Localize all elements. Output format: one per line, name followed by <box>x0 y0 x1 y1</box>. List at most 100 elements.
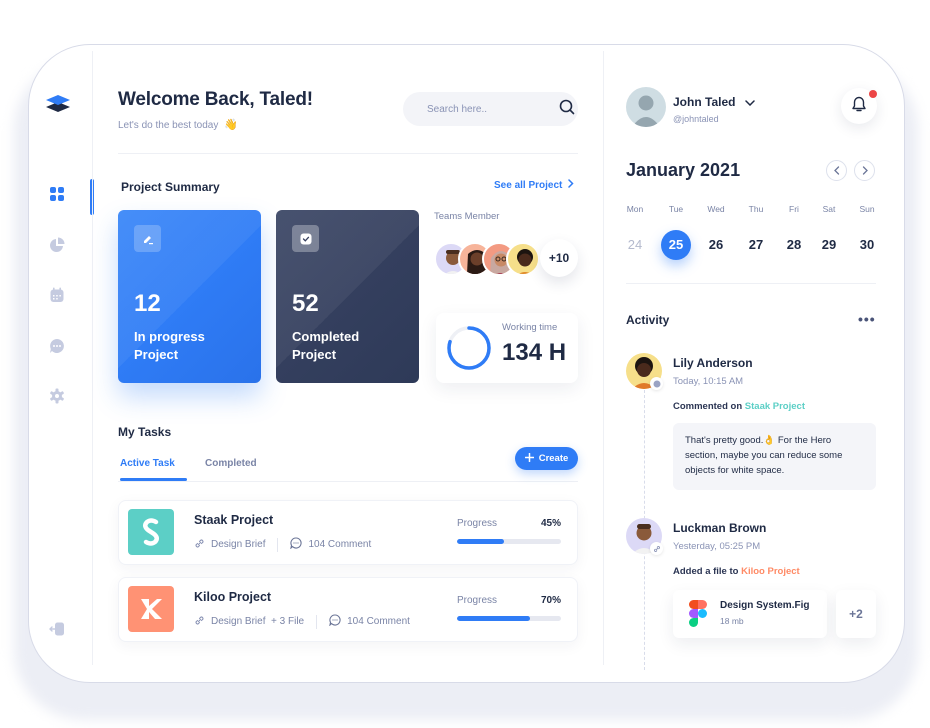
task-attachment[interactable]: Design Brief <box>194 538 265 552</box>
profile-name: John Taled <box>673 95 736 109</box>
notifications-button[interactable] <box>841 88 877 124</box>
progress-bar <box>457 539 561 544</box>
profile-handle: @johntaled <box>673 114 719 124</box>
activity-action: Commented on Staak Project <box>673 401 805 412</box>
card-label-line2: Project <box>292 347 337 362</box>
chat-icon <box>49 338 65 359</box>
comment-icon <box>290 537 303 552</box>
plus-icon <box>524 452 534 465</box>
calendar-prev-button[interactable] <box>826 160 847 181</box>
progress-value: 70% <box>540 595 561 606</box>
see-all-projects-link[interactable]: See all Project <box>494 179 574 191</box>
active-tab-indicator <box>120 478 187 481</box>
day-number: 30 <box>859 237 875 252</box>
task-comments[interactable]: 104 Comment <box>329 614 410 629</box>
sidebar-divider <box>92 51 93 665</box>
in-progress-count: 12 <box>134 290 161 317</box>
link-icon <box>194 615 205 629</box>
team-avatar[interactable] <box>506 242 540 276</box>
tab-active-task[interactable]: Active Task <box>120 458 175 469</box>
activity-time: Yesterday, 05:25 PM <box>673 541 761 552</box>
weekday-label: Thu <box>748 204 764 214</box>
logout-button[interactable] <box>47 621 67 641</box>
more-files-button[interactable]: +2 <box>836 590 876 638</box>
sidebar-item-dashboard[interactable] <box>47 186 67 206</box>
staak-logo-icon <box>128 509 174 555</box>
chevron-left-icon <box>833 162 840 180</box>
create-label: Create <box>538 453 569 464</box>
calendar-day[interactable]: 29 <box>812 230 846 260</box>
wave-emoji-icon: 👋 <box>224 119 239 131</box>
task-row[interactable]: Kiloo Project Design Brief + 3 File 104 … <box>118 577 578 642</box>
profile-menu[interactable]: John Taled <box>673 95 756 109</box>
task-comments[interactable]: 104 Comment <box>290 537 371 552</box>
calendar-day[interactable]: 30 <box>850 230 884 260</box>
calendar-day[interactable]: 28 <box>777 230 811 260</box>
task-name: Kiloo Project <box>194 590 272 604</box>
progress-bar-fill <box>457 539 504 544</box>
task-row[interactable]: Staak Project Design Brief 104 Comment P… <box>118 500 578 565</box>
in-progress-label: In progress Project <box>134 328 244 364</box>
calendar-day[interactable]: 24 <box>618 230 652 260</box>
calendar-divider <box>626 283 876 284</box>
create-task-button[interactable]: Create <box>515 447 578 470</box>
calendar-day[interactable]: 27 <box>739 230 773 260</box>
activity-target-link[interactable]: Staak Project <box>745 401 805 412</box>
search-icon[interactable] <box>559 99 575 120</box>
activity-title: Activity <box>626 313 670 327</box>
calendar-day[interactable]: 26 <box>699 230 733 260</box>
task-attachment[interactable]: Design Brief + 3 File <box>194 615 304 629</box>
sidebar-item-messages[interactable] <box>47 338 67 358</box>
activity-time: Today, 10:15 AM <box>673 376 744 387</box>
figma-icon <box>689 600 707 627</box>
notification-badge <box>869 90 877 98</box>
dashboard-window: Welcome Back, Taled! Let's do the best t… <box>28 44 905 683</box>
chevron-right-icon <box>568 179 574 191</box>
link-icon <box>194 538 205 552</box>
working-time-ring <box>447 326 491 370</box>
calendar-weekdays: Mon Tue Wed Thu Fri Sat Sun <box>626 204 878 224</box>
file-attachment[interactable]: Design System.Fig 18 mb <box>673 590 827 638</box>
in-progress-card[interactable]: 12 In progress Project <box>118 210 261 383</box>
attachment-label: Design Brief + 3 File <box>211 616 305 627</box>
progress-label: Progress <box>457 518 498 529</box>
weekday-label: Sat <box>822 204 836 214</box>
weekday-label: Sun <box>859 204 875 214</box>
more-options-icon[interactable]: ••• <box>858 311 876 327</box>
search-box[interactable] <box>403 92 578 126</box>
main-content: Welcome Back, Taled! Let's do the best t… <box>118 45 578 682</box>
sidebar-item-settings[interactable] <box>47 388 67 408</box>
teams-member-label: Teams Member <box>434 211 500 222</box>
page-subtitle: Let's do the best today 👋 <box>118 118 238 131</box>
sidebar-item-calendar[interactable] <box>47 287 67 307</box>
search-input[interactable] <box>427 103 559 115</box>
progress-bar <box>457 616 561 621</box>
calendar-next-button[interactable] <box>854 160 875 181</box>
chevron-right-icon <box>862 162 868 180</box>
layers-icon[interactable] <box>45 93 71 115</box>
sidebar-item-analytics[interactable] <box>47 237 67 257</box>
progress-label: Progress <box>457 595 498 606</box>
task-meta: Design Brief 104 Comment <box>194 537 371 552</box>
day-number: 26 <box>708 237 724 252</box>
working-time-value: 134 H <box>502 339 567 366</box>
progress-bar-fill <box>457 616 530 621</box>
my-tasks-title: My Tasks <box>118 425 172 439</box>
team-more-count[interactable]: +10 <box>540 239 578 277</box>
activity-target-link[interactable]: Kiloo Project <box>741 566 800 577</box>
meta-separator <box>316 614 318 629</box>
project-summary-title: Project Summary <box>121 180 220 194</box>
calendar-day-selected[interactable]: 25 <box>659 230 693 260</box>
completed-count: 52 <box>292 290 319 317</box>
tab-completed[interactable]: Completed <box>205 458 257 469</box>
activity-action: Added a file to Kiloo Project <box>673 566 800 577</box>
weekday-label: Wed <box>707 204 725 214</box>
day-number: 25 <box>668 237 684 252</box>
edit-icon <box>134 225 161 252</box>
working-time-label: Working time <box>502 322 558 333</box>
comment-badge-icon <box>650 377 663 390</box>
file-name: Design System.Fig <box>720 600 810 611</box>
avatar[interactable] <box>626 87 666 127</box>
completed-card[interactable]: 52 Completed Project <box>276 210 419 383</box>
see-all-label: See all Project <box>494 179 563 191</box>
